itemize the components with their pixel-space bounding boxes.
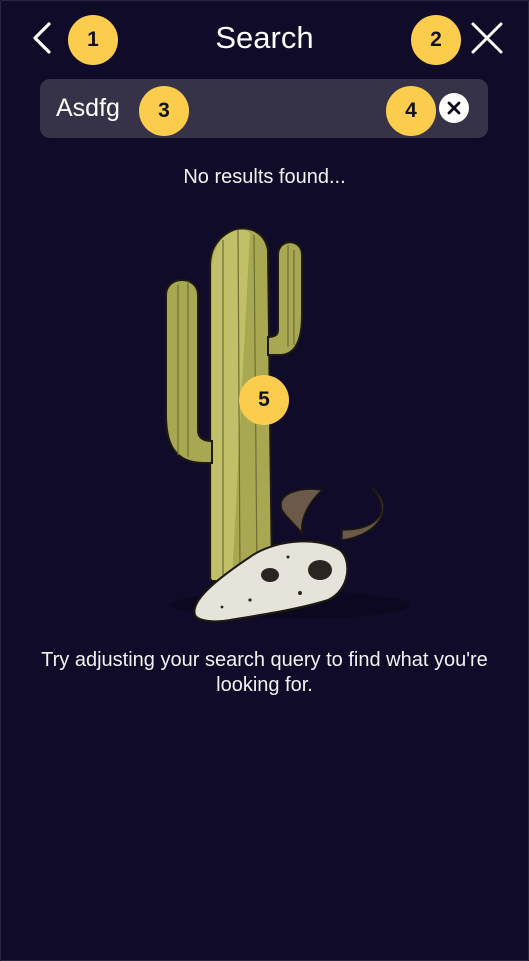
no-results-message: No results found... (183, 166, 346, 188)
annotation-marker-1: 1 (68, 15, 118, 65)
annotation-marker-2: 2 (411, 15, 461, 65)
annotation-marker-4: 4 (386, 86, 436, 136)
search-input[interactable] (56, 79, 416, 138)
annotation-marker-3: 3 (139, 86, 189, 136)
cactus-and-skull-illustration (165, 227, 410, 623)
annotation-marker-5: 5 (239, 375, 289, 425)
hint-text: Try adjusting your search query to find … (41, 649, 488, 696)
close-icon (471, 22, 503, 54)
close-button[interactable] (465, 16, 509, 60)
clear-search-button[interactable] (439, 93, 469, 123)
clear-circle-icon (447, 101, 461, 115)
